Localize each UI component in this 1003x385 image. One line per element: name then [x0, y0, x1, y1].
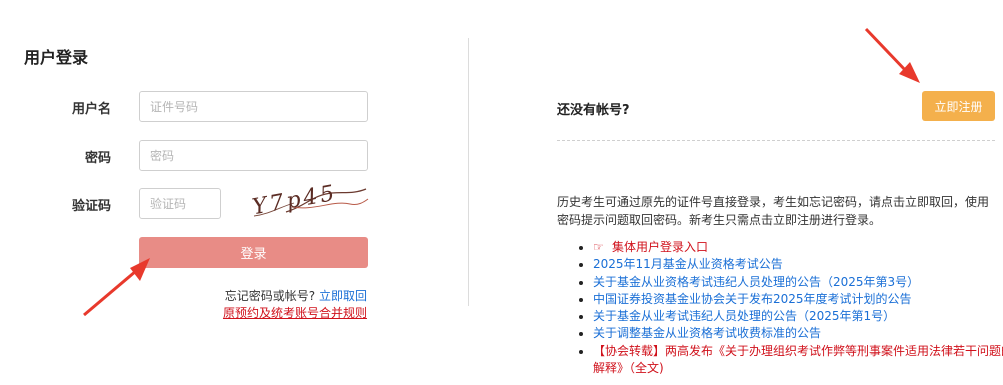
- forgot-text: 忘记密码或帐号?: [224, 289, 316, 303]
- register-description: 历史考生可通过原先的证件号直接登录，考生如忘记密码，请点击立即取回，使用密码提示…: [557, 195, 990, 227]
- notice-text: 关于基金从业资格考试违纪人员处理的公告（2025年第3号）: [593, 274, 920, 289]
- notice-text: 集体用户登录入口: [612, 240, 709, 254]
- merge-rule-link[interactable]: 原预约及统考账号合并规则: [223, 304, 367, 321]
- username-input[interactable]: [139, 91, 368, 122]
- username-label: 用户名: [71, 102, 111, 117]
- notice-item-reprint[interactable]: 【协会转载】两高发布《关于办理组织考试作弊等刑事案件适用法律若干问题的解释》（全…: [593, 343, 1003, 378]
- captcha-input[interactable]: [139, 188, 221, 219]
- dashed-divider: [557, 140, 995, 141]
- notice-item[interactable]: 2025年11月基金从业资格考试公告: [593, 256, 1003, 273]
- annotation-arrow-icon: [864, 27, 920, 83]
- password-input[interactable]: [139, 140, 368, 171]
- forgot-row: 忘记密码或帐号? 立即取回: [225, 287, 367, 304]
- captcha-label: 验证码: [71, 199, 111, 214]
- notice-text: 【协会转载】两高发布《关于办理组织考试作弊等刑事案件适用法律若干问题的解释》（全…: [593, 343, 1003, 376]
- forgot-link[interactable]: 立即取回: [319, 289, 367, 303]
- notice-text: 关于调整基金从业资格考试收费标准的公告: [593, 326, 822, 341]
- notice-item[interactable]: 关于调整基金从业资格考试收费标准的公告: [593, 325, 1003, 342]
- captcha-image[interactable]: Y7p45: [248, 181, 372, 221]
- notice-group-login[interactable]: ☞ 集体用户登录入口: [593, 239, 1003, 256]
- no-account-text: 还没有帐号?: [557, 103, 630, 118]
- notice-text: 2025年11月基金从业资格考试公告: [593, 257, 783, 272]
- password-label: 密码: [84, 151, 111, 166]
- notice-item[interactable]: 中国证券投资基金业协会关于发布2025年度考试计划的公告: [593, 291, 1003, 308]
- register-button[interactable]: 立即注册: [922, 91, 995, 121]
- login-button[interactable]: 登录: [139, 237, 368, 268]
- annotation-arrow-icon: [83, 258, 150, 317]
- notice-list: ☞ 集体用户登录入口 2025年11月基金从业资格考试公告 关于基金从业资格考试违…: [575, 239, 1003, 377]
- notice-item[interactable]: 关于基金从业考试违纪人员处理的公告（2025年第1号）: [593, 308, 1003, 325]
- notice-item[interactable]: 关于基金从业资格考试违纪人员处理的公告（2025年第3号）: [593, 274, 1003, 291]
- notice-text: 关于基金从业考试违纪人员处理的公告（2025年第1号）: [593, 309, 896, 324]
- vertical-divider: [468, 38, 469, 306]
- page-title: 用户登录: [24, 48, 89, 67]
- notice-text: 中国证券投资基金业协会关于发布2025年度考试计划的公告: [593, 291, 912, 306]
- pointing-hand-icon: ☞: [593, 240, 604, 254]
